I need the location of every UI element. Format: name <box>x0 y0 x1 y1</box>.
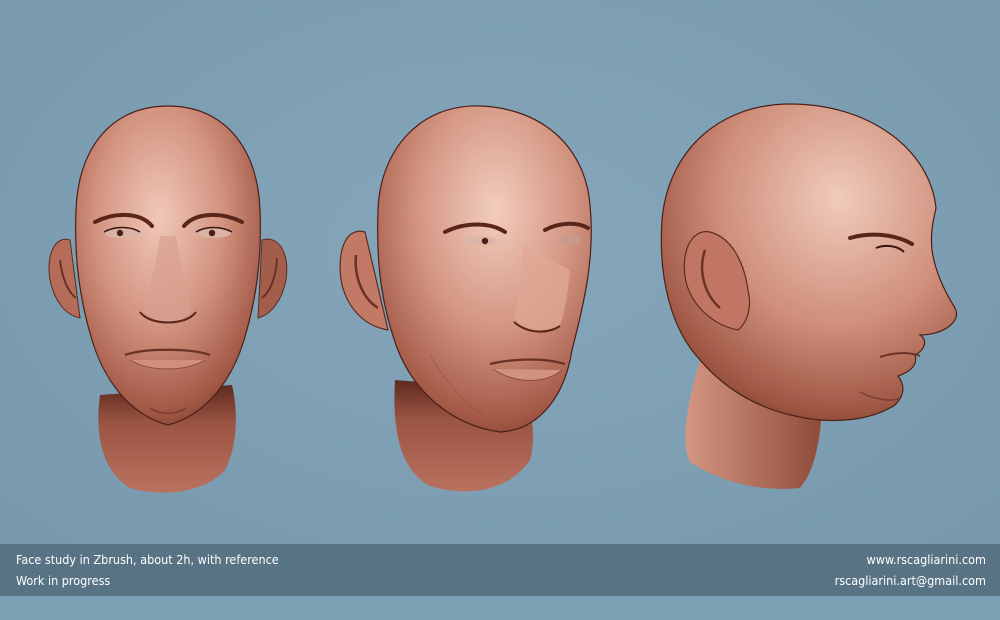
caption-contact: www.rscagliarini.com rscagliarini.art@gm… <box>835 549 986 591</box>
caption-title: Face study in Zbrush, about 2h, with ref… <box>16 552 279 567</box>
render-canvas: Face study in Zbrush, about 2h, with ref… <box>0 0 1000 620</box>
caption-status: Work in progress <box>16 573 111 588</box>
caption-email: rscagliarini.art@gmail.com <box>834 573 986 588</box>
sculpt-render <box>0 0 1000 620</box>
caption-bar: Face study in Zbrush, about 2h, with ref… <box>0 544 1000 596</box>
caption-description: Face study in Zbrush, about 2h, with ref… <box>16 549 279 591</box>
caption-website: www.rscagliarini.com <box>866 552 986 567</box>
